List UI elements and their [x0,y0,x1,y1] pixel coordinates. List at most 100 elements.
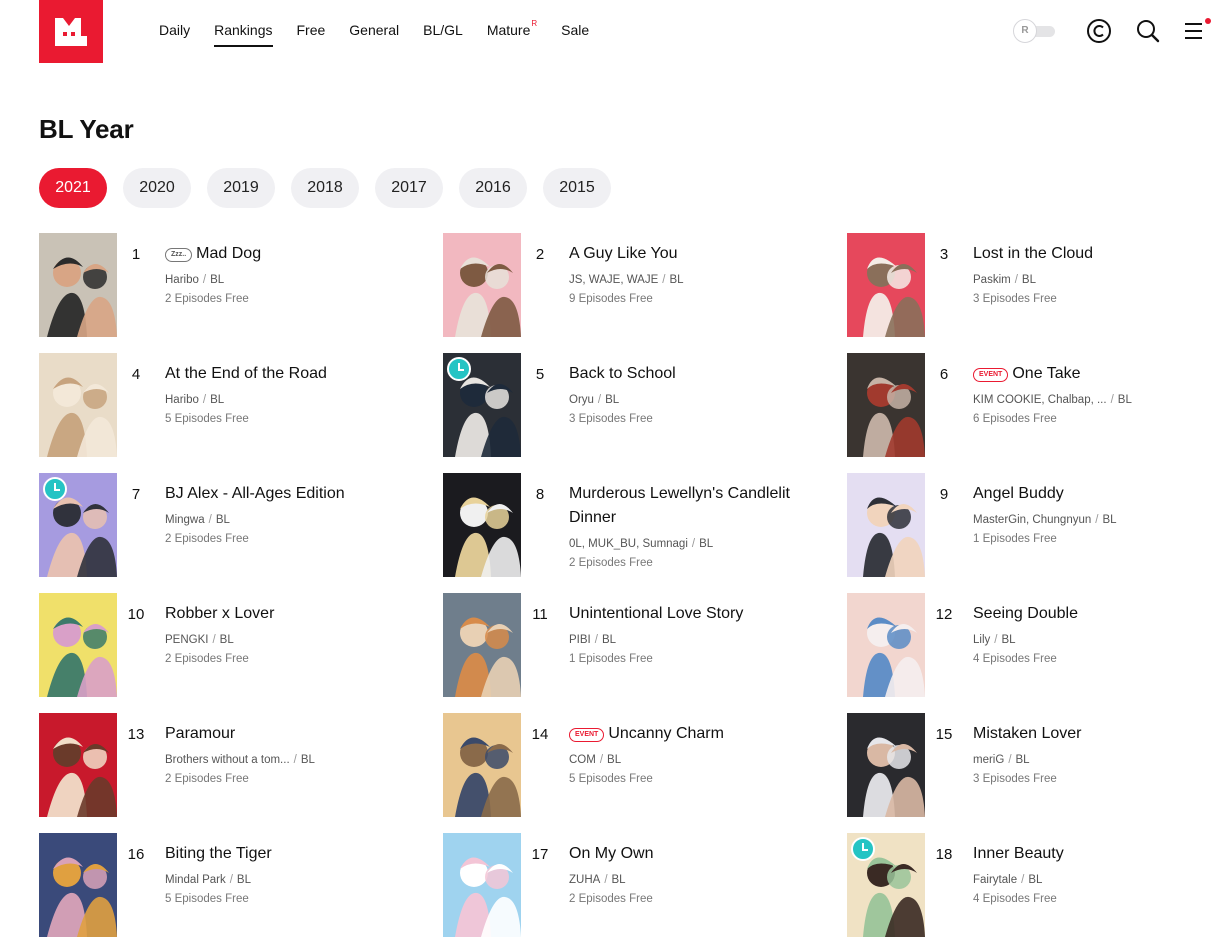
comic-genre: BL [601,634,617,646]
ranking-item[interactable]: 1 Zzz.. Mad Dog Haribo / BL 2 Episodes Free [39,233,443,337]
ranking-item[interactable]: 9 Angel Buddy MasterGin, Chungnyun / BL 1 Epi… [847,473,1217,577]
cover-thumbnail[interactable] [443,353,521,457]
rank-number: 5 [535,366,545,383]
ranking-item[interactable]: 18 Inner Beauty Fairytale / BL 4 Episodes Fre… [847,833,1217,937]
cover-thumbnail[interactable] [39,593,117,697]
cover-thumbnail[interactable] [443,593,521,697]
cover-thumbnail[interactable] [443,833,521,937]
ranking-item[interactable]: 14 EVENT Uncanny Charm COM / BL 5 Episodes Fre… [443,713,847,817]
meta-separator: / [1110,394,1114,406]
comic-meta: Mindal Park / BL [165,874,415,886]
ranking-item[interactable]: 4 At the End of the Road Haribo / BL 5 Episod… [39,353,443,457]
cover-art [39,593,117,697]
nav-item-rankings[interactable]: Rankings [214,22,273,47]
cover-thumbnail[interactable] [847,473,925,577]
cover-thumbnail[interactable] [39,713,117,817]
year-pill-2020[interactable]: 2020 [123,168,191,208]
nav-item-sale[interactable]: Sale [561,22,589,46]
comic-title-line[interactable]: Inner Beauty [973,842,1217,866]
ranking-item[interactable]: 11 Unintentional Love Story PIBI / BL 1 Episo… [443,593,847,697]
nav-item-daily[interactable]: Daily [159,22,190,46]
rank-number: 15 [935,726,953,743]
nav-item-bl-gl[interactable]: BL/GL [423,22,463,46]
ranking-item[interactable]: 8 Murderous Lewellyn's Candlelit Dinner 0L… [443,473,847,577]
year-pill-2015[interactable]: 2015 [543,168,611,208]
comic-title-line[interactable]: Robber x Lover [165,602,415,626]
ranking-item[interactable]: 6 EVENT One Take KIM COOKIE, Chalbap, ... / B… [847,353,1217,457]
comic-title-line[interactable]: Murderous Lewellyn's Candlelit Dinner [569,482,819,530]
comic-info: Lost in the Cloud Paskim / BL 3 Episodes Fre… [973,242,1217,305]
year-pill-2021[interactable]: 2021 [39,168,107,208]
ranking-item[interactable]: 5 Back to School Oryu / BL 3 Episodes Free [443,353,847,457]
ranking-item[interactable]: 7 BJ Alex - All-Ages Edition Mingwa / BL 2 Ep… [39,473,443,577]
comic-title-line[interactable]: A Guy Like You [569,242,819,266]
cover-thumbnail[interactable] [39,353,117,457]
wait-free-clock-icon [43,477,67,501]
ranking-item[interactable]: 17 On My Own ZUHA / BL 2 Episodes Free [443,833,847,937]
comic-title-line[interactable]: Lost in the Cloud [973,242,1217,266]
nav-item-label: Free [296,22,326,38]
comic-title-line[interactable]: Angel Buddy [973,482,1217,506]
cover-thumbnail[interactable] [847,593,925,697]
site-logo[interactable] [39,0,103,63]
year-pill-2018[interactable]: 2018 [291,168,359,208]
comic-title: Lost in the Cloud [973,245,1094,262]
comic-title: Biting the Tiger [165,845,272,862]
cover-thumbnail[interactable] [39,473,117,577]
cover-art [847,713,925,817]
cover-thumbnail[interactable] [443,233,521,337]
comic-title-line[interactable]: At the End of the Road [165,362,415,386]
comic-title-line[interactable]: EVENT Uncanny Charm [569,722,819,746]
mature-toggle[interactable]: R [1013,19,1055,43]
nav-item-mature[interactable]: MatureR [487,19,537,46]
rank-number: 17 [531,846,549,863]
comic-title-line[interactable]: EVENT One Take [973,362,1217,386]
comic-genre: BL [607,754,622,766]
search-icon[interactable] [1135,18,1161,44]
menu-icon[interactable] [1183,18,1211,44]
cover-thumbnail[interactable] [847,353,925,457]
comic-title-line[interactable]: Seeing Double [973,602,1217,626]
comic-title-line[interactable]: Mistaken Lover [973,722,1217,746]
ranking-item[interactable]: 12 Seeing Double Lily / BL 4 Episodes Free [847,593,1217,697]
comic-title-line[interactable]: On My Own [569,842,819,866]
ranking-item[interactable]: 2 A Guy Like You JS, WAJE, WAJE / BL 9 Episod… [443,233,847,337]
comic-title-line[interactable]: Zzz.. Mad Dog [165,242,415,266]
comic-genre: BL [1015,754,1030,766]
copyright-icon[interactable] [1086,18,1112,44]
event-badge: EVENT [569,728,605,742]
comic-title: Angel Buddy [973,485,1064,502]
rank-number: 8 [535,486,545,503]
free-episodes: 5 Episodes Free [165,893,249,905]
ranking-item[interactable]: 15 Mistaken Lover meriG / BL 3 Episodes Free [847,713,1217,817]
comic-title-line[interactable]: Unintentional Love Story [569,602,819,626]
year-pill-2017[interactable]: 2017 [375,168,443,208]
nav-item-general[interactable]: General [349,22,399,46]
cover-thumbnail[interactable] [847,833,925,937]
ranking-item[interactable]: 16 Biting the Tiger Mindal Park / BL 5 Episod… [39,833,443,937]
free-episodes: 2 Episodes Free [569,557,653,569]
nav-item-free[interactable]: Free [297,22,326,46]
comic-author: PIBI [569,634,591,646]
comic-title-line[interactable]: Back to School [569,362,819,386]
comic-meta: PENGKI / BL [165,634,415,646]
comic-author: PENGKI [165,634,209,646]
cover-thumbnail[interactable] [39,833,117,937]
cover-thumbnail[interactable] [847,233,925,337]
cover-thumbnail[interactable] [443,713,521,817]
ranking-item[interactable]: 13 Paramour Brothers without a tom... / BL 2 … [39,713,443,817]
comic-title-line[interactable]: BJ Alex - All-Ages Edition [165,482,415,506]
comic-author: Mindal Park [165,874,226,886]
comic-title-line[interactable]: Paramour [165,722,415,746]
ranking-item[interactable]: 10 Robber x Lover PENGKI / BL 2 Episodes Free [39,593,443,697]
year-pill-2019[interactable]: 2019 [207,168,275,208]
meta-separator: / [1008,754,1012,766]
cover-thumbnail[interactable] [443,473,521,577]
ranking-item[interactable]: 3 Lost in the Cloud Paskim / BL 3 Episodes Fr… [847,233,1217,337]
cover-thumbnail[interactable] [847,713,925,817]
year-pill-2016[interactable]: 2016 [459,168,527,208]
meta-separator: / [691,538,696,550]
cover-thumbnail[interactable] [39,233,117,337]
comic-title-line[interactable]: Biting the Tiger [165,842,415,866]
wait-free-clock-icon [851,837,875,861]
